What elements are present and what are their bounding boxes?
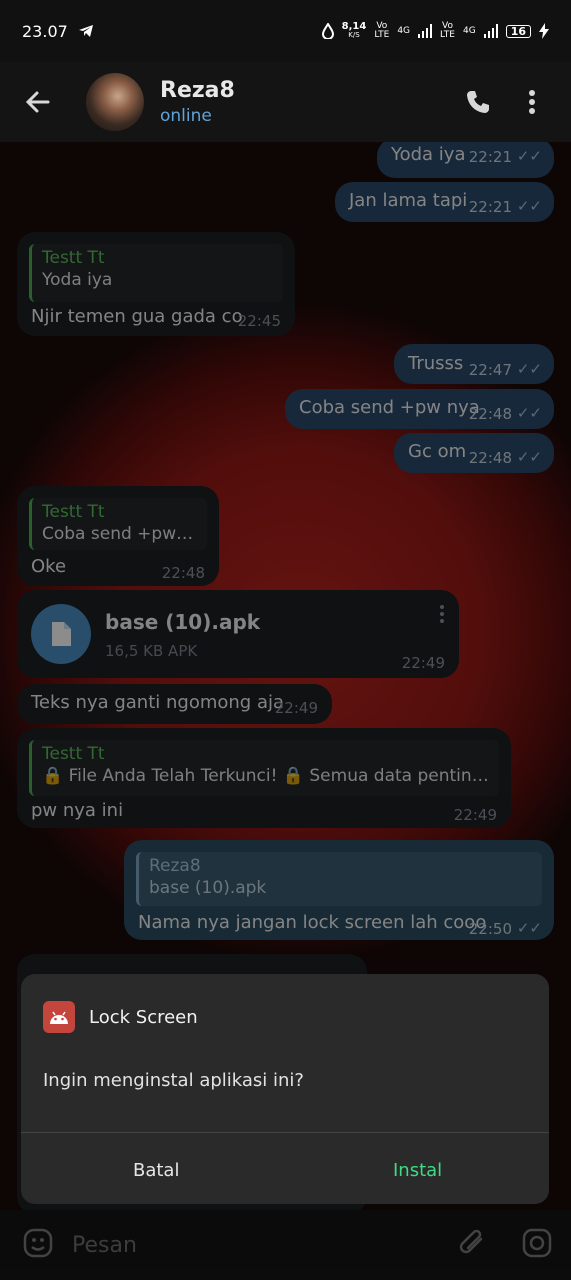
dialog-app-name: Lock Screen: [89, 1006, 198, 1028]
install-button[interactable]: Instal: [393, 1160, 442, 1181]
contact-status: online: [160, 106, 212, 126]
cancel-button[interactable]: Batal: [133, 1160, 179, 1181]
android-app-icon: [43, 1001, 75, 1033]
status-bar: 23.07 8,14 K/S Vo LTE 4G Vo LTE 4G 16: [0, 0, 571, 62]
signal-icon-2: [483, 24, 498, 38]
sim1-net-label: 4G: [397, 25, 411, 36]
more-menu-button[interactable]: [517, 87, 547, 117]
contact-info[interactable]: Reza8 online: [160, 78, 463, 126]
install-dialog: Lock Screen Ingin menginstal aplikasi in…: [21, 974, 549, 1204]
status-time: 23.07: [22, 21, 68, 41]
more-vertical-icon: [529, 90, 535, 114]
sim2-net-label: 4G: [462, 25, 476, 36]
net-speed: 8,14 K/S: [341, 21, 367, 40]
call-button[interactable]: [463, 87, 493, 117]
back-button[interactable]: [24, 88, 52, 116]
arrow-left-icon: [25, 91, 50, 113]
avatar[interactable]: [86, 73, 144, 131]
data-saver-icon: [321, 23, 334, 39]
sim1-volte: Vo LTE: [374, 21, 390, 40]
charging-icon: [539, 23, 549, 39]
signal-icon-1: [418, 24, 433, 38]
telegram-icon: [78, 25, 93, 37]
battery-indicator: 16: [505, 24, 531, 38]
sim2-volte: Vo LTE: [440, 21, 455, 40]
phone-icon: [467, 91, 489, 113]
contact-name: Reza8: [160, 78, 235, 103]
chat-header: Reza8 online: [0, 62, 571, 142]
dialog-message: Ingin menginstal aplikasi ini?: [43, 1070, 304, 1091]
dialog-divider: [21, 1132, 549, 1133]
